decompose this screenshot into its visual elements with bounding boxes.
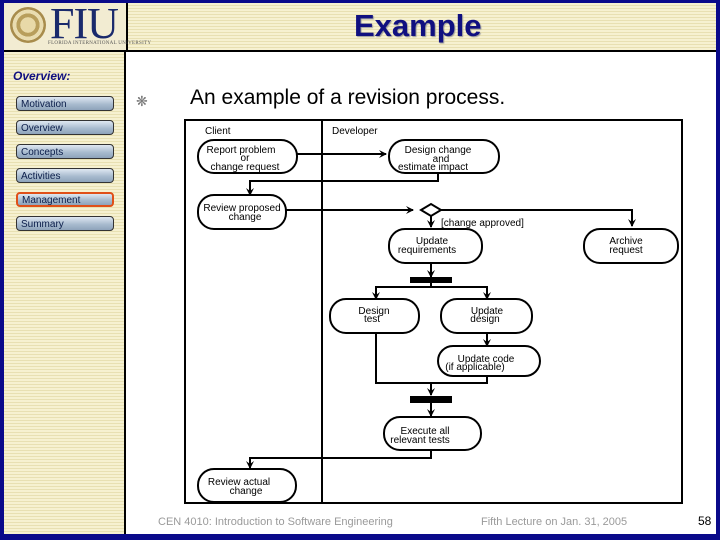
- label-review-proposed-2: change: [229, 212, 262, 223]
- page-number: 58: [698, 514, 712, 528]
- flow-test-to-join: [375, 333, 431, 384]
- label-report-3: change request: [211, 162, 280, 173]
- fork-bar: [410, 277, 452, 283]
- footer-course: CEN 4010: Introduction to Software Engin…: [158, 516, 393, 528]
- label-design-test-2: test: [364, 314, 380, 325]
- flow-code-to-join: [427, 376, 488, 396]
- activity-diagram: Client Developer Report problem or chang…: [184, 119, 683, 504]
- flow-execute-to-review-actual: [246, 450, 432, 469]
- label-execute-2: relevant tests: [390, 435, 449, 446]
- label-review-actual-2: change: [230, 486, 263, 497]
- label-design-change-3: estimate impact: [398, 162, 468, 173]
- flow-fork-to-design-test: [372, 283, 432, 300]
- swimlane-developer: Developer: [332, 126, 378, 137]
- flow-design-to-review: [246, 173, 439, 196]
- flow-fork-to-update-design: [431, 286, 491, 300]
- footer-lecture: Fifth Lecture on Jan. 31, 2005: [481, 516, 628, 528]
- label-update-code-2: (if applicable): [445, 362, 504, 373]
- guard-change-approved: [change approved]: [441, 218, 524, 229]
- label-update-req-2: requirements: [398, 245, 456, 256]
- swimlane-client: Client: [205, 126, 231, 137]
- slide: FIU FLORIDA INTERNATIONAL UNIVERSITY Exa…: [4, 3, 716, 534]
- decision-node: [419, 202, 443, 218]
- join-bar: [410, 396, 452, 403]
- label-archive-2: request: [609, 245, 643, 256]
- label-update-design-2: design: [470, 314, 499, 325]
